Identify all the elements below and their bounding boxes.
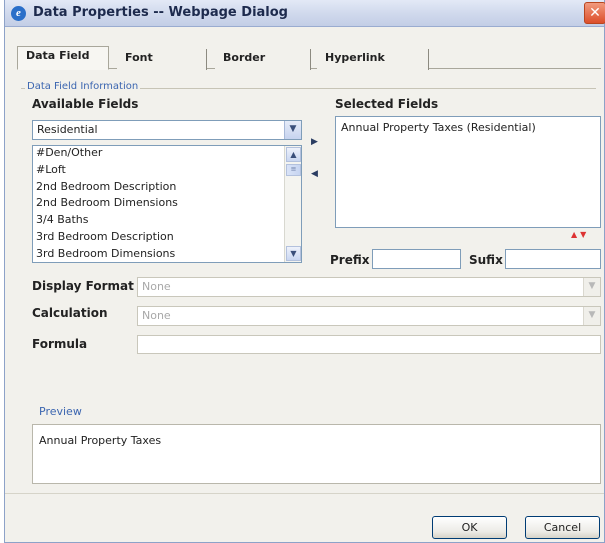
calculation-value: None [142, 309, 171, 322]
preview-text: Annual Property Taxes [39, 434, 162, 447]
display-format-label: Display Format [32, 279, 134, 293]
close-button[interactable]: ✕ [584, 2, 605, 24]
tab-hyperlink[interactable]: Hyperlink [317, 49, 429, 70]
suffix-label: Sufix [469, 253, 503, 267]
chevron-down-icon[interactable]: ▼ [583, 278, 600, 296]
available-fields-list[interactable]: #Den/Other #Loft 2nd Bedroom Description… [32, 145, 302, 263]
suffix-input[interactable] [505, 249, 601, 269]
move-down-icon[interactable]: ▼ [580, 230, 589, 239]
available-fields-scrollbar[interactable]: ▲ ≡ ▼ [284, 146, 301, 262]
list-item[interactable]: 2nd Bedroom Dimensions [33, 196, 301, 213]
list-item[interactable]: 2nd Bedroom Description [33, 180, 301, 197]
remove-field-arrow-icon[interactable]: ◀ [311, 169, 318, 179]
list-item[interactable]: 3rd Bedroom Dimensions [33, 247, 301, 262]
tab-border[interactable]: Border [215, 49, 311, 70]
sort-arrows: ▲▼ [571, 230, 589, 239]
cancel-button[interactable]: Cancel [525, 516, 600, 539]
display-format-value: None [142, 280, 171, 293]
calculation-label: Calculation [32, 306, 108, 320]
scroll-up-icon[interactable]: ▲ [286, 147, 301, 162]
display-format-select[interactable]: None ▼ [137, 277, 601, 297]
list-item[interactable]: #Den/Other [33, 146, 301, 163]
scroll-thumb[interactable]: ≡ [286, 164, 301, 176]
chevron-down-icon[interactable]: ▼ [284, 121, 301, 139]
prefix-label: Prefix [330, 253, 370, 267]
tab-font[interactable]: Font [117, 49, 207, 70]
group-label: Data Field Information [25, 81, 141, 92]
prefix-input[interactable] [372, 249, 461, 269]
add-field-arrow-icon[interactable]: ▶ [311, 137, 318, 147]
calculation-select[interactable]: None ▼ [137, 306, 601, 326]
formula-label: Formula [32, 337, 88, 351]
scroll-down-icon[interactable]: ▼ [286, 246, 301, 261]
tab-data-field[interactable]: Data Field [17, 46, 109, 70]
list-item[interactable]: #Loft [33, 163, 301, 180]
available-fields-label: Available Fields [32, 97, 139, 111]
ok-button[interactable]: OK [432, 516, 507, 539]
move-up-icon[interactable]: ▲ [571, 230, 580, 239]
internet-explorer-icon: e [11, 6, 26, 21]
data-properties-dialog: e Data Properties -- Webpage Dialog ✕ Da… [4, 0, 605, 543]
chevron-down-icon[interactable]: ▼ [583, 307, 600, 325]
list-item[interactable]: Annual Property Taxes (Residential) [341, 121, 595, 134]
tab-bar: Data Field Font Border Hyperlink [17, 46, 601, 70]
preview-label: Preview [39, 405, 82, 418]
selected-fields-list[interactable]: Annual Property Taxes (Residential) [335, 116, 601, 228]
footer-divider [5, 493, 604, 494]
preview-panel: Annual Property Taxes [32, 424, 601, 484]
list-item[interactable]: 3rd Bedroom Description [33, 230, 301, 247]
list-item[interactable]: 3/4 Baths [33, 213, 301, 230]
formula-input[interactable] [137, 335, 601, 354]
window-title: Data Properties -- Webpage Dialog [33, 5, 288, 20]
field-category-value: Residential [37, 123, 98, 136]
field-category-select[interactable]: Residential ▼ [32, 120, 302, 140]
title-bar: e Data Properties -- Webpage Dialog ✕ [5, 0, 605, 27]
selected-fields-label: Selected Fields [335, 97, 439, 111]
